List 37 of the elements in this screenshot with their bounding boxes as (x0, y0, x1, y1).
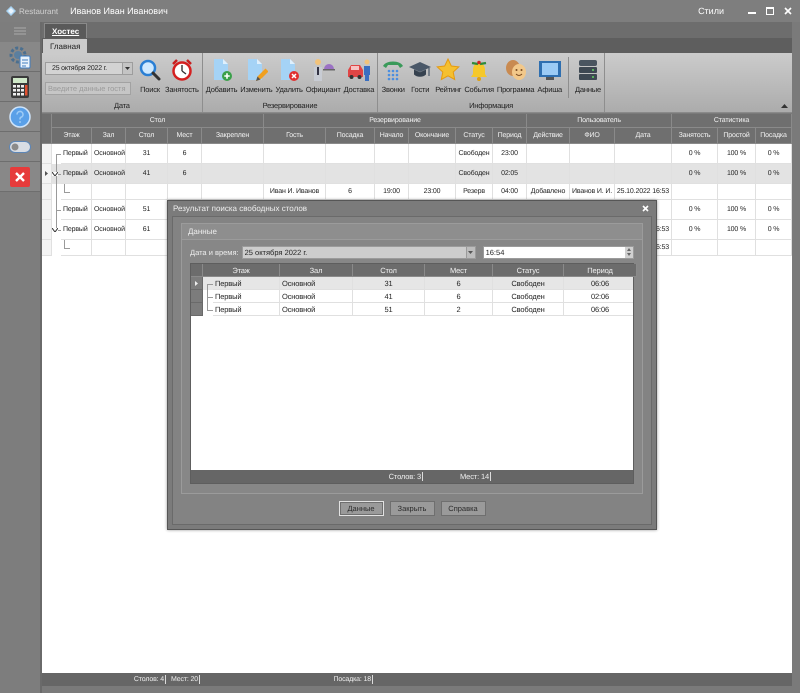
dialog-title: Результат поиска свободных столов (173, 204, 308, 213)
alarm-clock-icon (170, 58, 194, 82)
gear-list-icon (8, 44, 32, 68)
tab[interactable]: Хостес (44, 23, 88, 38)
spinner-icon (627, 248, 631, 256)
expand-icon[interactable] (52, 172, 58, 176)
waiter-icon (311, 58, 336, 82)
toggle-icon (9, 140, 31, 152)
expand-icon[interactable] (52, 228, 58, 232)
caret-icon (468, 250, 474, 254)
car-person-icon (346, 58, 371, 82)
close-icon[interactable] (784, 7, 792, 15)
calculator-icon (11, 76, 29, 98)
row-pointer-icon (45, 171, 48, 176)
maximize-icon[interactable] (766, 7, 774, 15)
close-icon (10, 166, 30, 186)
row-selector[interactable] (191, 277, 203, 290)
monitor-icon (538, 58, 562, 82)
ribbon-tab[interactable]: Главная (43, 39, 88, 53)
calculator-button[interactable] (0, 72, 40, 102)
group-label: Данные (188, 227, 217, 236)
masks-icon (504, 58, 528, 82)
collapse-icon[interactable] (781, 104, 788, 108)
styles-menu[interactable]: Стили (698, 6, 724, 16)
app-name: Restaurant (19, 6, 58, 16)
star-icon (436, 58, 460, 82)
app-logo-icon (6, 6, 16, 16)
help-button[interactable] (0, 102, 40, 132)
toggle-button[interactable] (0, 132, 40, 162)
exit-button[interactable] (0, 162, 40, 192)
caret-icon (125, 67, 130, 70)
row-pointer-icon (195, 280, 198, 286)
close-icon[interactable] (642, 205, 649, 212)
help-icon (9, 106, 31, 128)
search-icon (138, 58, 162, 82)
window-title: Иванов Иван Иванович (70, 6, 168, 16)
settings-button[interactable] (0, 42, 40, 72)
